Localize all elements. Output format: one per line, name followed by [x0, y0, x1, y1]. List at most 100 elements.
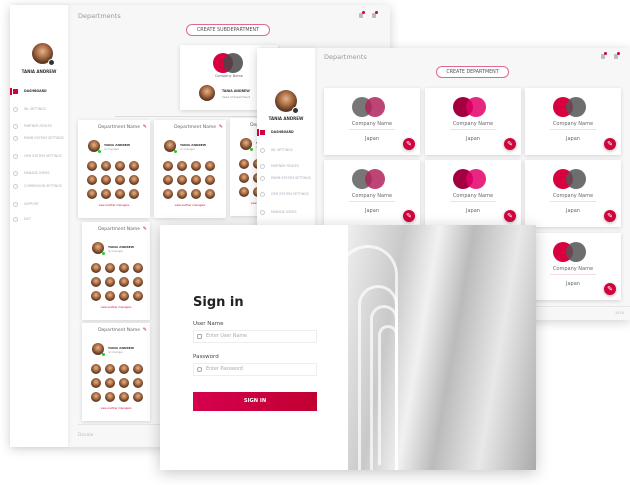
team-member-avatar[interactable]: [91, 263, 101, 273]
edit-company-button[interactable]: ✎: [403, 138, 415, 150]
team-member-avatar[interactable]: [105, 263, 115, 273]
team-member-avatar[interactable]: [119, 263, 129, 273]
edit-company-button[interactable]: ✎: [604, 283, 616, 295]
team-member-avatar[interactable]: [133, 364, 143, 374]
company-card[interactable]: Company Name Japan ✎: [324, 160, 420, 227]
team-member-avatar[interactable]: [91, 364, 101, 374]
team-member-avatar[interactable]: [177, 189, 187, 199]
create-department-button[interactable]: CREATE DEPARTMENT: [436, 66, 509, 78]
team-member-avatar[interactable]: [163, 161, 173, 171]
company-card[interactable]: Company Name Japan ✎: [525, 160, 621, 227]
team-member-avatar[interactable]: [101, 175, 111, 185]
avatar[interactable]: [32, 43, 55, 66]
team-member-avatar[interactable]: [105, 364, 115, 374]
notification-icon[interactable]: [359, 11, 365, 18]
team-member-avatar[interactable]: [205, 175, 215, 185]
sidebar-item-manage-users[interactable]: MANAGE USERS: [257, 210, 315, 215]
sidebar-item-manage-users[interactable]: MANAGE USERS: [10, 171, 68, 176]
view-managers-link[interactable]: view another managers: [82, 407, 150, 410]
team-member-avatar[interactable]: [129, 175, 139, 185]
edit-pencil-icon[interactable]: ✎: [143, 226, 147, 232]
edit-company-button[interactable]: ✎: [604, 210, 616, 222]
team-member-avatar[interactable]: [87, 175, 97, 185]
company-card[interactable]: Company Name Japan ✎: [324, 88, 420, 155]
sign-in-button[interactable]: SIGN IN: [193, 392, 317, 411]
sidebar-item-exit[interactable]: EXIT: [10, 217, 68, 222]
team-member-avatar[interactable]: [91, 378, 101, 388]
team-member-avatar[interactable]: [115, 161, 125, 171]
team-member-avatar[interactable]: [87, 189, 97, 199]
team-member-avatar[interactable]: [119, 378, 129, 388]
team-member-avatar[interactable]: [119, 364, 129, 374]
team-member-avatar[interactable]: [205, 161, 215, 171]
sidebar-item-pamm-system-settings[interactable]: PAMM SYSTEM SETTINGS: [10, 136, 68, 141]
team-member-avatar[interactable]: [191, 189, 201, 199]
team-member-avatar[interactable]: [205, 189, 215, 199]
messages-icon[interactable]: [614, 52, 620, 59]
sidebar-item-partner-fences[interactable]: PARTNER FENCES: [10, 124, 68, 129]
sidebar-item-partner-fences[interactable]: PARTNER FENCES: [257, 164, 315, 169]
team-member-avatar[interactable]: [129, 189, 139, 199]
team-member-avatar[interactable]: [191, 175, 201, 185]
team-member-avatar[interactable]: [105, 277, 115, 287]
team-member-avatar[interactable]: [91, 392, 101, 402]
company-card[interactable]: Company Name Japan ✎: [425, 160, 521, 227]
edit-company-button[interactable]: ✎: [403, 210, 415, 222]
notification-icon[interactable]: [601, 52, 607, 59]
team-member-avatar[interactable]: [101, 161, 111, 171]
team-member-avatar[interactable]: [163, 189, 173, 199]
team-member-avatar[interactable]: [177, 161, 187, 171]
sidebar-item-wl-settings[interactable]: WL SETTINGS: [257, 148, 315, 153]
team-member-avatar[interactable]: [177, 175, 187, 185]
team-member-avatar[interactable]: [133, 263, 143, 273]
edit-pencil-icon[interactable]: ✎: [143, 124, 147, 130]
create-subdepartment-button[interactable]: CREATE SUBDEPARTMENT: [186, 24, 270, 36]
team-member-avatar[interactable]: [115, 189, 125, 199]
company-card[interactable]: Company Name Japan ✎: [525, 88, 621, 155]
team-member-avatar[interactable]: [239, 159, 249, 169]
team-member-avatar[interactable]: [129, 161, 139, 171]
sidebar-item-commission-settings[interactable]: COMMISSION SETTINGS: [10, 184, 68, 189]
team-member-avatar[interactable]: [87, 161, 97, 171]
sidebar-item-dashboard[interactable]: DASHBOARD: [10, 88, 68, 95]
company-card[interactable]: Company Name Japan ✎: [425, 88, 521, 155]
team-member-avatar[interactable]: [119, 291, 129, 301]
team-member-avatar[interactable]: [133, 291, 143, 301]
team-member-avatar[interactable]: [91, 277, 101, 287]
team-member-avatar[interactable]: [101, 189, 111, 199]
edit-pencil-icon[interactable]: ✎: [143, 327, 147, 333]
team-member-avatar[interactable]: [239, 187, 249, 197]
messages-icon[interactable]: [372, 11, 378, 18]
view-managers-link[interactable]: view another managers: [154, 204, 226, 207]
team-member-avatar[interactable]: [115, 175, 125, 185]
team-member-avatar[interactable]: [133, 378, 143, 388]
sidebar-item-pamm-system-settings[interactable]: PAMM SYSTEM SETTINGS: [257, 176, 315, 181]
sidebar-item-crm-system-settings[interactable]: CRM SYSTEM SETTINGS: [257, 192, 315, 197]
sidebar-item-support[interactable]: SUPPORT: [10, 202, 68, 207]
team-member-avatar[interactable]: [105, 392, 115, 402]
team-member-avatar[interactable]: [119, 277, 129, 287]
edit-pencil-icon[interactable]: ✎: [219, 124, 223, 130]
edit-avatar-icon[interactable]: [292, 107, 299, 114]
team-member-avatar[interactable]: [191, 161, 201, 171]
company-card[interactable]: Company Name Japan ✎: [525, 233, 621, 300]
team-member-avatar[interactable]: [163, 175, 173, 185]
team-member-avatar[interactable]: [239, 173, 249, 183]
team-member-avatar[interactable]: [119, 392, 129, 402]
sidebar-item-wl-settings[interactable]: WL SETTINGS: [10, 107, 68, 112]
sidebar-item-dashboard[interactable]: DASHBOARD: [257, 129, 315, 136]
sidebar-item-crm-system-settings[interactable]: CRM SYSTEM SETTINGS: [10, 154, 68, 159]
team-member-avatar[interactable]: [133, 277, 143, 287]
edit-company-button[interactable]: ✎: [604, 138, 616, 150]
username-input[interactable]: Enter User Name: [193, 330, 317, 343]
team-member-avatar[interactable]: [91, 291, 101, 301]
password-input[interactable]: Enter Password: [193, 363, 317, 376]
team-member-avatar[interactable]: [105, 378, 115, 388]
edit-avatar-icon[interactable]: [48, 59, 55, 66]
view-managers-link[interactable]: view another managers: [82, 306, 150, 309]
edit-company-button[interactable]: ✎: [504, 210, 516, 222]
team-member-avatar[interactable]: [105, 291, 115, 301]
avatar[interactable]: [275, 90, 299, 114]
edit-company-button[interactable]: ✎: [504, 138, 516, 150]
view-managers-link[interactable]: view another managers: [78, 204, 150, 207]
